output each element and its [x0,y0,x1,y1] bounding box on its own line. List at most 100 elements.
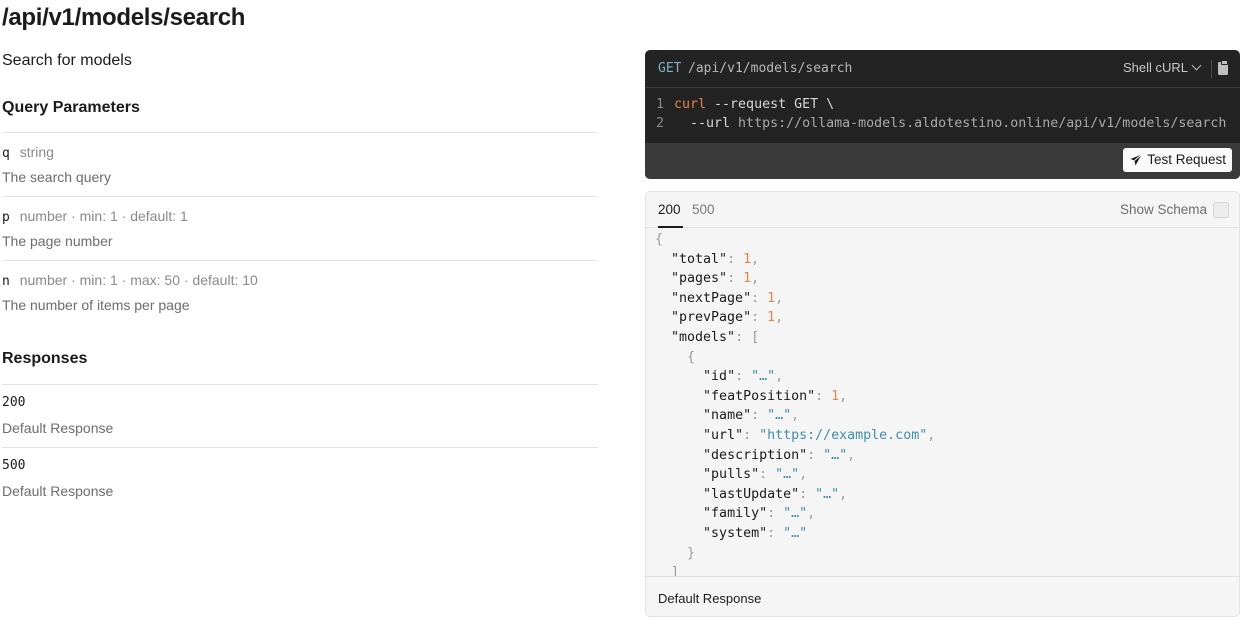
json-line: "nextPage": 1, [671,290,784,306]
code-text: --request GET \ [706,97,835,112]
json-value: "…" [783,526,808,541]
param-row-p: p number · min: 1 · default: 1 The page … [2,196,598,260]
line-number: 2 [656,116,665,131]
show-schema-checkbox[interactable] [1213,202,1229,218]
json-key: "name" [703,408,752,424]
json-value: "…" [815,486,840,502]
param-type: string [19,144,54,160]
clipboard-icon[interactable] [1218,60,1228,75]
json-value: { [687,349,696,365]
code-keyword: curl [674,97,707,112]
param-description: The number of items per page [2,297,190,313]
param-name: p [2,210,10,225]
json-value: ] [671,565,680,576]
response-example-card: 200 500 Show Schema { "total": 1, "pages… [645,191,1240,617]
param-description: The search query [2,169,111,185]
line-number: 1 [656,97,665,112]
request-code-block: 1 curl --request GET \ 2 --url https://o… [645,89,1240,143]
chevron-down-icon [1191,60,1202,71]
json-line: } [655,544,695,564]
language-select[interactable]: Shell cURL [1122,60,1202,75]
json-line: "pulls": "…", [703,467,808,483]
code-url: https://ollama-models.aldotestino.online… [730,116,1227,131]
json-line: "description": "…", [703,447,856,463]
code-flag: --url [674,116,731,131]
test-request-label: Test Request [1147,152,1226,167]
json-line: ] [655,563,679,576]
json-value: } [687,545,696,561]
json-line: "pages": 1, [671,271,760,287]
test-request-button[interactable]: Test Request [1123,148,1232,172]
response-row-500: 500 Default Response [2,447,598,509]
response-code: 200 [2,395,26,410]
json-line: { [655,348,695,368]
response-description: Default Response [2,420,114,436]
header-divider [1211,60,1212,78]
json-value: 1 [767,290,776,306]
json-key: "featPosition" [703,388,816,404]
json-key: "family" [703,506,768,522]
json-line: "models": [ [671,330,760,345]
json-value: "…" [783,506,808,522]
json-line: "lastUpdate": "…", [703,486,848,502]
json-value: "…" [767,408,792,424]
param-row-q: q string The search query [2,132,598,196]
json-line: "family": "…", [703,506,816,522]
responses-heading: Responses [2,350,88,367]
request-card-header: GET /api/v1/models/search Shell cURL [645,50,1240,88]
json-key: "total" [671,251,728,267]
json-value: "…" [751,369,776,385]
param-name: n [2,274,10,289]
query-parameters-heading: Query Parameters [2,99,140,116]
param-type: number · min: 1 · default: 1 [19,208,188,224]
response-footer-text: Default Response [658,591,762,606]
response-tabs: 200 500 Show Schema [646,192,1239,228]
json-value: 1 [767,310,776,326]
param-description: The page number [2,233,113,249]
json-key: "nextPage" [671,290,752,306]
http-method: GET [658,61,682,76]
active-tab-indicator [658,226,683,228]
json-key: "pulls" [703,467,760,483]
json-line: "system": "…" [703,526,808,541]
response-description: Default Response [2,483,114,499]
json-line: "total": 1, [671,251,760,267]
json-value: 1 [743,251,752,267]
json-line: "id": "…", [703,369,784,385]
json-key: "lastUpdate" [703,486,800,502]
tab-200[interactable]: 200 [658,202,681,217]
json-line: "featPosition": 1, [703,388,848,404]
page-title: /api/v1/models/search [2,4,246,31]
json-key: "pages" [671,271,728,287]
tab-500[interactable]: 500 [692,202,715,217]
response-code: 500 [2,458,26,473]
request-card-footer: Test Request [645,143,1240,179]
param-row-n: n number · min: 1 · max: 50 · default: 1… [2,260,598,324]
request-example-card: GET /api/v1/models/search Shell cURL 1 c… [645,50,1240,179]
json-value: [ [751,330,760,345]
response-row-200: 200 Default Response [2,384,598,446]
response-json-block: { "total": 1, "pages": 1, "nextPage": 1,… [646,229,1239,576]
send-icon [1130,154,1143,166]
json-key: "prevPage" [671,310,752,326]
json-key: "system" [703,526,768,541]
json-line: { [655,230,663,250]
json-line: "prevPage": 1, [671,310,784,326]
json-key: "description" [703,447,808,463]
json-value: "…" [823,447,848,463]
json-line: "url": "https://example.com", [703,428,936,443]
param-type: number · min: 1 · max: 50 · default: 10 [19,272,258,288]
json-value: { [655,232,664,247]
param-name: q [2,146,10,161]
request-path: /api/v1/models/search [688,61,853,76]
show-schema-label: Show Schema [1119,202,1207,217]
json-value: 1 [743,271,752,287]
language-select-label: Shell cURL [1122,60,1188,75]
json-value: "https://example.com" [759,428,928,443]
json-value: 1 [831,388,840,404]
json-line: "name": "…", [703,408,800,424]
json-key: "models" [671,330,736,345]
endpoint-description: Search for models [2,52,132,69]
json-key: "url" [703,428,744,443]
json-key: "id" [703,369,736,385]
